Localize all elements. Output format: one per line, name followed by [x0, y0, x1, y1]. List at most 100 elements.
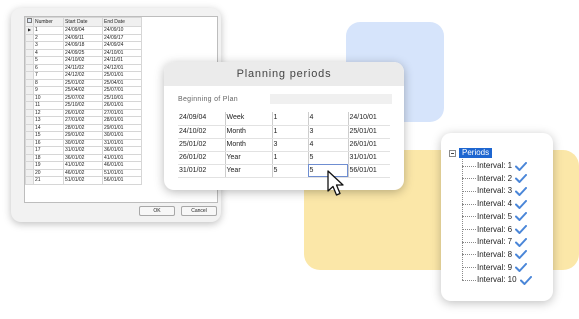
number-cell[interactable]: 11: [33, 101, 64, 110]
end-date-cell[interactable]: 26/01/01: [102, 101, 142, 110]
period-type-cell[interactable]: Year: [225, 164, 273, 178]
row-indicator[interactable]: [25, 116, 34, 125]
tree-item-interval[interactable]: Interval: 5: [462, 211, 528, 223]
start-date-cell[interactable]: 27/01/02: [63, 116, 103, 125]
tree-item-interval[interactable]: Interval: 8: [462, 249, 528, 261]
row-indicator[interactable]: [25, 33, 34, 42]
grid-row[interactable]: 5 24/10/02 24/11/01: [25, 56, 142, 65]
start-date-cell[interactable]: 31/01/02: [63, 146, 103, 155]
count-cell[interactable]: 5: [308, 151, 349, 165]
grid-row[interactable]: 16 30/01/02 31/01/01: [25, 138, 142, 147]
length-cell[interactable]: 1: [272, 151, 309, 165]
tree-item-interval[interactable]: Interval: 10: [462, 274, 532, 286]
grid-row[interactable]: 4 24/09/25 24/10/01: [25, 48, 142, 57]
grid-row[interactable]: 7 24/12/02 25/01/01: [25, 71, 142, 80]
end-date-cell[interactable]: 28/01/01: [102, 116, 142, 125]
end-date-cell[interactable]: 46/01/01: [102, 161, 142, 170]
end-date-cell[interactable]: 31/01/01: [348, 151, 390, 165]
number-cell[interactable]: 9: [33, 86, 64, 95]
row-indicator[interactable]: [25, 93, 34, 102]
row-indicator[interactable]: [25, 176, 34, 185]
row-indicator[interactable]: [25, 168, 34, 177]
start-date-cell[interactable]: 24/10/02: [63, 56, 103, 65]
grid-settings-icon[interactable]: [27, 18, 32, 24]
start-date-cell[interactable]: 24/09/25: [63, 48, 103, 57]
grid-row[interactable]: 8 25/01/02 25/04/01: [25, 78, 142, 87]
tree-item-interval[interactable]: Interval: 1: [462, 160, 528, 172]
tree-item-interval[interactable]: Interval: 9: [462, 262, 528, 274]
grid-row[interactable]: ▶ 1 24/09/04 24/09/10: [25, 26, 142, 35]
number-cell[interactable]: 21: [33, 176, 64, 185]
start-date-cell[interactable]: 46/01/02: [63, 168, 103, 177]
end-date-cell[interactable]: 24/10/01: [102, 48, 142, 57]
grid-row[interactable]: 20 46/01/02 51/01/01: [25, 168, 142, 177]
cancel-button[interactable]: Cancel: [181, 206, 217, 216]
end-date-cell[interactable]: 24/10/01: [348, 112, 390, 126]
planning-row[interactable]: 26/01/02 Year 1 5 31/01/01: [178, 151, 390, 165]
planning-row[interactable]: 25/01/02 Month 3 4 26/01/01: [178, 138, 390, 152]
row-indicator[interactable]: [25, 71, 34, 80]
number-cell[interactable]: 20: [33, 168, 64, 177]
end-date-cell[interactable]: 24/11/01: [102, 56, 142, 65]
number-cell[interactable]: 6: [33, 63, 64, 72]
grid-row[interactable]: 18 36/01/02 41/01/01: [25, 153, 142, 162]
tree-item-label[interactable]: Interval: 6: [477, 224, 512, 236]
column-header-start-date[interactable]: Start Date: [63, 17, 103, 27]
number-cell[interactable]: 10: [33, 93, 64, 102]
start-date-cell[interactable]: 25/01/02: [63, 78, 103, 87]
length-cell[interactable]: 3: [272, 138, 309, 152]
number-cell[interactable]: 7: [33, 71, 64, 80]
number-cell[interactable]: 15: [33, 131, 64, 140]
start-date-cell[interactable]: 36/01/02: [63, 153, 103, 162]
number-cell[interactable]: 18: [33, 153, 64, 162]
count-cell[interactable]: 4: [308, 112, 349, 126]
start-date-cell[interactable]: 25/10/02: [63, 101, 103, 110]
ok-button[interactable]: OK: [139, 206, 175, 216]
tree-item-label[interactable]: Interval: 9: [477, 262, 512, 274]
start-date-cell[interactable]: 24/09/04: [178, 112, 226, 126]
start-date-cell[interactable]: 25/01/02: [178, 138, 226, 152]
row-indicator[interactable]: [25, 131, 34, 140]
end-date-cell[interactable]: 24/09/24: [102, 41, 142, 50]
tree-item-label[interactable]: Interval: 1: [477, 160, 512, 172]
grid-row[interactable]: 9 25/04/02 25/07/01: [25, 86, 142, 95]
number-cell[interactable]: 13: [33, 116, 64, 125]
number-cell[interactable]: 12: [33, 108, 64, 117]
number-cell[interactable]: 16: [33, 138, 64, 147]
number-cell[interactable]: 8: [33, 78, 64, 87]
end-date-cell[interactable]: 24/09/17: [102, 33, 142, 42]
grid-row[interactable]: 3 24/09/18 24/09/24: [25, 41, 142, 50]
grid-row[interactable]: 10 25/07/02 25/10/01: [25, 93, 142, 102]
end-date-cell[interactable]: 36/01/01: [102, 146, 142, 155]
tree-item-interval[interactable]: Interval: 4: [462, 198, 528, 210]
collapse-toggle-icon[interactable]: [449, 149, 456, 157]
planning-row[interactable]: 24/10/02 Month 1 3 25/01/01: [178, 125, 390, 139]
start-date-cell[interactable]: 24/09/11: [63, 33, 103, 42]
start-date-cell[interactable]: 41/01/02: [63, 161, 103, 170]
number-cell[interactable]: 2: [33, 33, 64, 42]
row-indicator[interactable]: [25, 108, 34, 117]
number-cell[interactable]: 3: [33, 41, 64, 50]
tree-root-periods[interactable]: Periods: [449, 148, 493, 158]
row-indicator[interactable]: [25, 78, 34, 87]
end-date-cell[interactable]: 27/01/01: [102, 108, 142, 117]
number-cell[interactable]: 1: [33, 26, 64, 35]
start-date-cell[interactable]: 25/04/02: [63, 86, 103, 95]
row-indicator[interactable]: [25, 86, 34, 95]
planning-row[interactable]: 24/09/04 Week 1 4 24/10/01: [178, 112, 390, 126]
length-cell[interactable]: 1: [272, 125, 309, 139]
tree-root-label[interactable]: Periods: [459, 148, 493, 158]
grid-corner[interactable]: [25, 17, 34, 27]
tree-item-label[interactable]: Interval: 8: [477, 249, 512, 261]
period-type-cell[interactable]: Month: [225, 125, 273, 139]
row-indicator[interactable]: [25, 146, 34, 155]
row-indicator[interactable]: [25, 138, 34, 147]
grid-row[interactable]: 21 51/01/02 56/01/01: [25, 176, 142, 185]
tree-item-interval[interactable]: Interval: 6: [462, 224, 528, 236]
number-cell[interactable]: 14: [33, 123, 64, 132]
period-type-cell[interactable]: Week: [225, 112, 273, 126]
count-cell[interactable]: 3: [308, 125, 349, 139]
start-date-cell[interactable]: 24/09/04: [63, 26, 103, 35]
end-date-cell[interactable]: 51/01/01: [102, 168, 142, 177]
end-date-cell[interactable]: 30/01/01: [102, 131, 142, 140]
